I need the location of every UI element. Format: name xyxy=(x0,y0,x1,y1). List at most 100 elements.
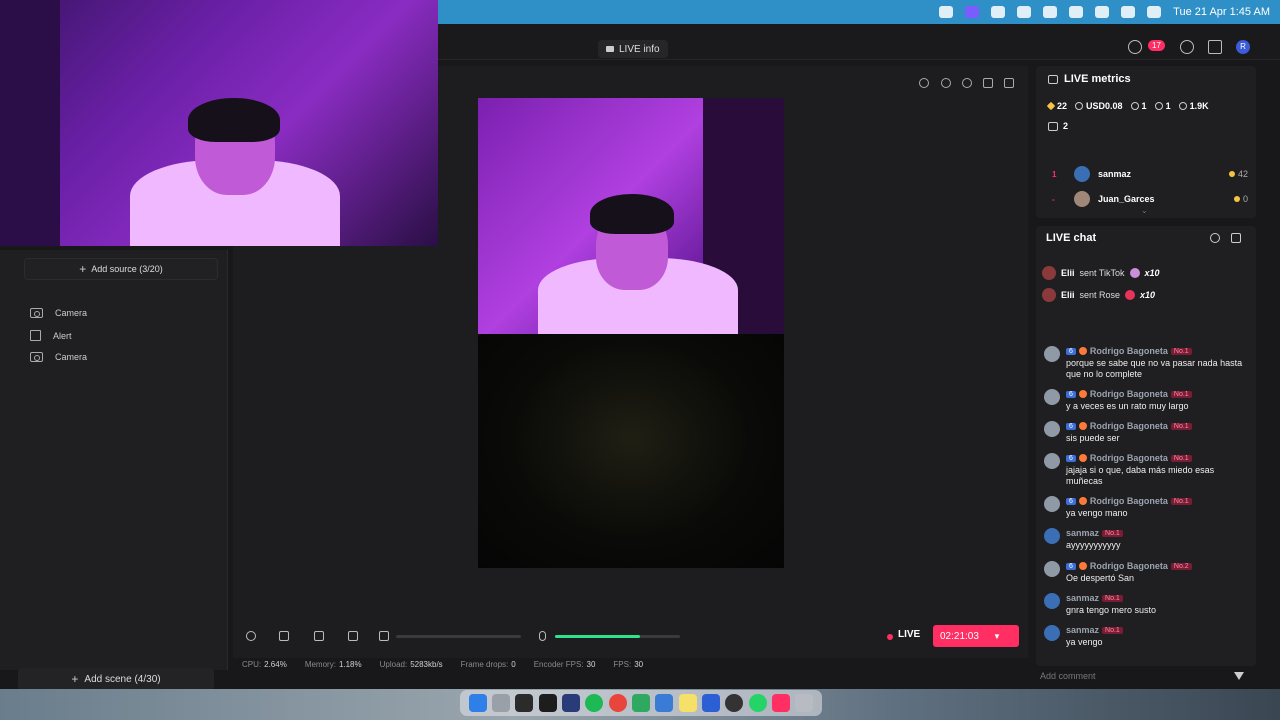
level-badge: 6 xyxy=(1066,454,1076,462)
app-icon[interactable] xyxy=(655,694,674,712)
chat-message-text: Oe despertó San xyxy=(1066,573,1135,583)
settings-app-icon[interactable] xyxy=(491,694,510,712)
top-viewer-row[interactable]: 1 sanmaz 42 xyxy=(1052,166,1248,182)
add-scene-button[interactable]: + Add scene (4/30) xyxy=(18,668,214,690)
source-label: Camera xyxy=(55,352,88,362)
avatar[interactable] xyxy=(1044,496,1060,512)
chat-username[interactable]: sanmaz xyxy=(1066,625,1099,635)
chat-message-text: sis puede ser xyxy=(1066,433,1120,443)
gifter-rank-badge: No.1 xyxy=(1170,454,1192,462)
alert-icon xyxy=(30,330,41,341)
avatar[interactable] xyxy=(1044,593,1060,609)
avatar[interactable] xyxy=(1044,561,1060,577)
chat-message-text: jajaja si o que, daba más miedo esas muñ… xyxy=(1066,465,1215,486)
mixer-icon[interactable] xyxy=(348,631,358,641)
wifi-icon[interactable] xyxy=(1095,6,1110,18)
avatar[interactable] xyxy=(1044,625,1060,641)
expand-chevron-icon[interactable]: ⌄ xyxy=(1141,206,1148,215)
chevron-down-icon[interactable]: ▼ xyxy=(993,632,1001,641)
level-badge: 6 xyxy=(1066,562,1076,570)
app-icon[interactable] xyxy=(725,694,744,712)
whatsapp-icon[interactable] xyxy=(748,694,767,712)
user-avatar[interactable]: R xyxy=(1236,40,1250,54)
chat-username[interactable]: sanmaz xyxy=(1066,593,1099,603)
stream-control-bar: LIVE 02:21:03 ▼ xyxy=(233,624,1028,658)
avatar[interactable] xyxy=(1044,528,1060,544)
source-label: Alert xyxy=(53,330,72,341)
rose-gift-icon xyxy=(1125,290,1136,300)
avatar[interactable] xyxy=(1044,421,1060,437)
tiktok-live-studio-icon[interactable] xyxy=(771,694,790,712)
chat-username[interactable]: Rodrigo Bagoneta xyxy=(1090,561,1168,571)
home-icon[interactable] xyxy=(1208,40,1222,54)
app-icon[interactable] xyxy=(538,694,557,712)
layout-icon[interactable] xyxy=(314,631,324,641)
speaker-icon[interactable] xyxy=(379,631,389,641)
gift-feed: Elii sent TikTok x10 Elii sent Rose x10 xyxy=(1036,250,1252,316)
gifter-rank-badge: No.1 xyxy=(1170,390,1192,398)
source-item-camera[interactable]: Camera xyxy=(30,352,87,362)
finder-icon[interactable] xyxy=(468,694,487,712)
chat-message-text: ayyyyyyyyyyy xyxy=(1066,540,1121,550)
notes-icon[interactable] xyxy=(678,694,697,712)
avatar[interactable] xyxy=(1044,453,1060,469)
level-badge: 6 xyxy=(1066,422,1076,430)
live-info-button[interactable]: LIVE info xyxy=(598,40,668,58)
edit-icon[interactable] xyxy=(279,631,289,641)
status-menu-icon[interactable] xyxy=(1017,6,1032,18)
level-badge: 6 xyxy=(1066,497,1076,505)
chrome-icon[interactable] xyxy=(608,694,627,712)
add-comment-input[interactable] xyxy=(1040,668,1226,684)
system-clock[interactable]: Tue 21 Apr 1:45 AM xyxy=(1173,6,1270,18)
avatar[interactable] xyxy=(1044,346,1060,362)
battery-icon[interactable] xyxy=(1069,6,1084,18)
live-info-label: LIVE info xyxy=(619,43,660,55)
trash-icon[interactable] xyxy=(795,694,814,712)
add-source-button[interactable]: + Add source (3/20) xyxy=(24,258,218,280)
source-item-alert[interactable]: Alert xyxy=(30,330,72,341)
status-menu-icon[interactable] xyxy=(939,6,954,18)
chat-username[interactable]: Rodrigo Bagoneta xyxy=(1090,496,1168,506)
preview-camera-feed xyxy=(478,98,784,334)
app-icon[interactable] xyxy=(561,694,580,712)
microphone-level-slider[interactable] xyxy=(555,635,680,638)
live-timer: 02:21:03 xyxy=(940,630,979,642)
microphone-icon[interactable] xyxy=(539,631,546,641)
chat-username[interactable]: sanmaz xyxy=(1066,528,1099,538)
spotlight-search-icon[interactable] xyxy=(1121,6,1136,18)
copy-icon[interactable] xyxy=(983,78,993,88)
chat-username[interactable]: Rodrigo Bagoneta xyxy=(1090,453,1168,463)
control-center-icon[interactable] xyxy=(1147,6,1162,18)
share-icon[interactable] xyxy=(1004,78,1014,88)
avatar[interactable] xyxy=(1044,389,1060,405)
app-icon[interactable] xyxy=(701,694,720,712)
refresh-icon[interactable] xyxy=(1210,233,1220,243)
app-icon[interactable] xyxy=(515,694,534,712)
sparkle-icon[interactable] xyxy=(962,78,972,88)
play-icon[interactable] xyxy=(1043,6,1058,18)
chat-username[interactable]: Rodrigo Bagoneta xyxy=(1090,389,1168,399)
spotify-icon[interactable] xyxy=(585,694,604,712)
app-icon[interactable] xyxy=(631,694,650,712)
chat-username[interactable]: Rodrigo Bagoneta xyxy=(1090,421,1168,431)
top-viewer-row[interactable]: - Juan_Garces 0 xyxy=(1052,191,1248,207)
chat-message-text: ya vengo xyxy=(1066,637,1103,647)
sources-panel: + Add source (3/20) Camera Alert Camera … xyxy=(0,250,228,690)
stream-preview[interactable] xyxy=(478,98,784,568)
popout-icon[interactable] xyxy=(1231,233,1241,243)
source-item-camera[interactable]: Camera xyxy=(30,308,87,318)
chat-username[interactable]: Rodrigo Bagoneta xyxy=(1090,346,1168,356)
send-icon[interactable] xyxy=(1234,672,1244,680)
bell-icon[interactable] xyxy=(1128,40,1142,54)
volume-slider[interactable] xyxy=(396,635,521,638)
end-live-button[interactable]: 02:21:03 ▼ xyxy=(933,625,1019,647)
settings-icon[interactable] xyxy=(246,631,256,641)
pin-icon[interactable] xyxy=(919,78,929,88)
chat-message-header: 6 Rodrigo Bagoneta No.1 xyxy=(1066,421,1192,431)
help-icon[interactable] xyxy=(1180,40,1194,54)
status-menu-icon[interactable] xyxy=(991,6,1006,18)
gift-row: Elii sent Rose x10 xyxy=(1042,288,1155,302)
eye-icon[interactable] xyxy=(941,78,951,88)
metric-diamonds: 22 xyxy=(1046,101,1067,111)
status-menu-icon[interactable] xyxy=(965,6,980,18)
